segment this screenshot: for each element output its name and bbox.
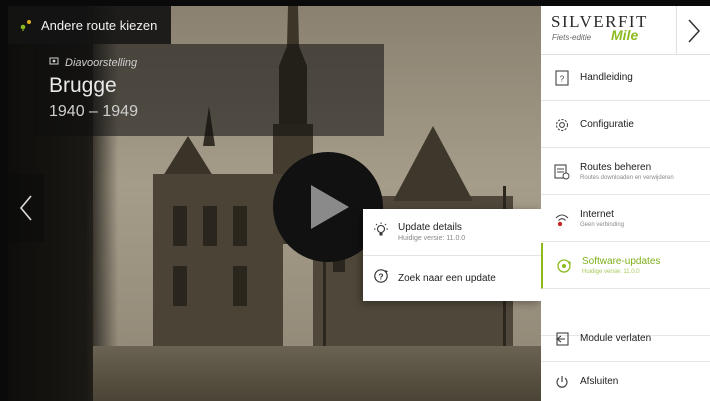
menu-item-routes-beheren[interactable]: Routes beheren Routes downloaden en verw… <box>541 149 710 195</box>
menu-label: Afsluiten <box>580 376 619 387</box>
logo-edition: Fiets-editie <box>552 33 592 42</box>
exit-module-icon <box>553 330 571 348</box>
chevron-right-icon <box>687 18 700 43</box>
route-pins-icon <box>18 17 34 33</box>
menu-sublabel: Geen verbinding <box>580 222 625 228</box>
menu-label: Configuratie <box>580 119 634 130</box>
update-popup: Update details Huidige versie: 11.0.0 ? … <box>363 209 541 301</box>
logo-row: SILVERFIT Fiets-editie Mile <box>541 6 710 55</box>
menu-item-internet[interactable]: Internet Geen verbinding <box>541 196 710 242</box>
search-update-label: Zoek naar een update <box>398 273 496 284</box>
change-route-button[interactable]: Andere route kiezen <box>8 6 172 44</box>
play-icon <box>311 185 349 229</box>
photo-street <box>93 346 541 401</box>
svg-text:?: ? <box>378 271 383 281</box>
update-details-title: Update details <box>398 222 462 233</box>
software-update-icon <box>555 257 573 275</box>
change-route-label: Andere route kiezen <box>41 17 158 33</box>
menu-item-module-verlaten[interactable]: Module verlaten <box>541 316 710 362</box>
chevron-left-icon <box>19 195 32 221</box>
slideshow-label: Diavoorstelling <box>49 56 137 69</box>
menu-label: Handleiding <box>580 72 633 83</box>
update-details-item[interactable]: Update details Huidige versie: 11.0.0 <box>363 209 541 255</box>
menu-sublabel: Huidige versie: 11.0.0 <box>582 269 640 275</box>
city-title: Brugge <box>49 74 117 97</box>
menu-item-software-updates[interactable]: Software-updates Huidige versie: 11.0.0 <box>541 243 710 289</box>
menu-label: Software-updates <box>582 256 661 267</box>
search-update-icon: ? <box>373 268 389 289</box>
period-text: 1940 – 1949 <box>49 103 138 120</box>
power-icon <box>553 373 571 391</box>
wifi-off-icon <box>553 210 571 228</box>
lightbulb-icon <box>373 222 389 243</box>
previous-button[interactable] <box>8 174 44 242</box>
side-menu: SILVERFIT Fiets-editie Mile ? Handleidin… <box>541 6 710 401</box>
svg-text:?: ? <box>560 74 565 83</box>
menu-item-handleiding[interactable]: ? Handleiding <box>541 55 710 101</box>
manual-icon: ? <box>553 69 571 87</box>
routes-icon <box>553 163 571 181</box>
menu-item-configuratie[interactable]: Configuratie <box>541 102 710 148</box>
gear-icon <box>553 116 571 134</box>
menu-label: Module verlaten <box>580 333 652 344</box>
menu-label: Internet <box>580 209 614 220</box>
next-button[interactable] <box>676 6 710 55</box>
menu-label: Routes beheren <box>580 162 652 173</box>
logo-mile: Mile <box>611 27 639 43</box>
silverfit-logo: SILVERFIT Fiets-editie Mile <box>551 12 661 52</box>
logo-brand: SILVERFIT <box>551 12 648 31</box>
update-details-version: Huidige versie: 11.0.0 <box>398 235 466 242</box>
slideshow-label-text: Diavoorstelling <box>65 56 138 69</box>
slideshow-icon <box>49 56 59 69</box>
menu-sublabel: Routes downloaden en verwijderen <box>580 175 674 181</box>
app-frame: Diavoorstelling Brugge 1940 – 1949 Ander… <box>8 6 710 401</box>
search-update-item[interactable]: ? Zoek naar een update <box>363 255 541 301</box>
menu-item-afsluiten[interactable]: Afsluiten <box>541 362 710 401</box>
